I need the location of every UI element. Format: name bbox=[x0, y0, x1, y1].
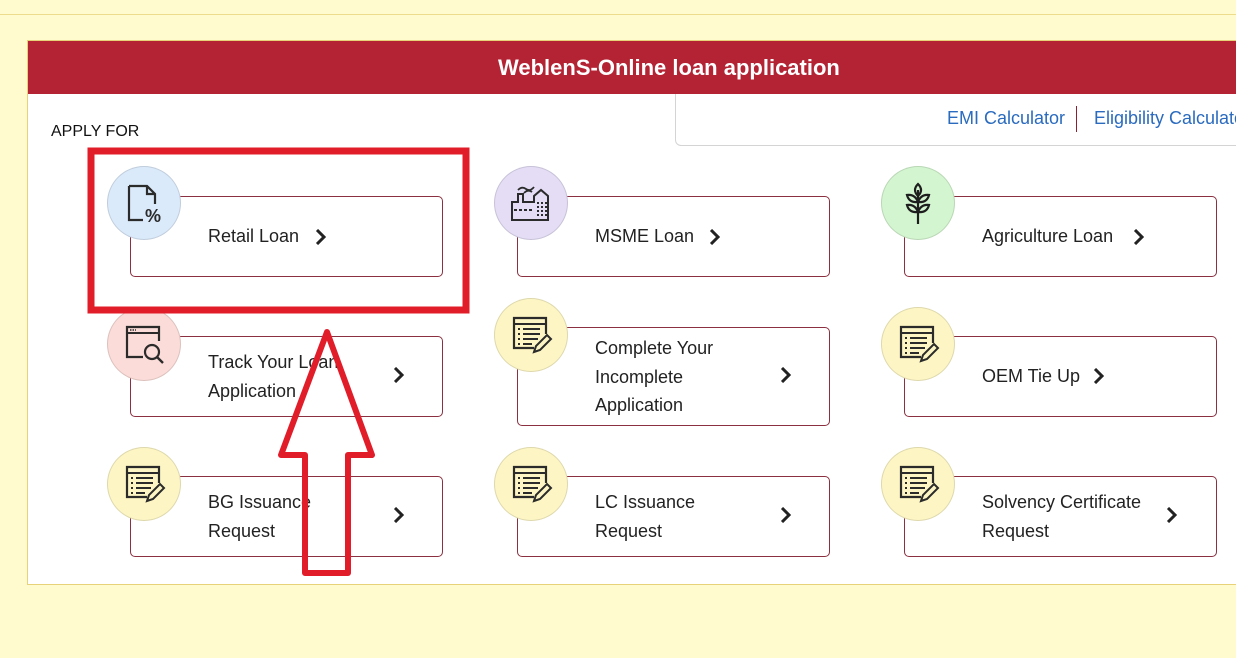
chevron-right-icon bbox=[780, 507, 792, 523]
apply-for-heading: APPLY FOR bbox=[51, 123, 140, 140]
retail-loan-icon-badge: % bbox=[107, 166, 181, 240]
oem-tie-up-icon-badge bbox=[881, 307, 955, 381]
bg-issuance-icon-badge bbox=[107, 447, 181, 521]
loan-application-panel: WeblenS-Online loan application EMI Calc… bbox=[27, 40, 1236, 585]
form-edit-icon bbox=[899, 325, 940, 363]
card-label: MSME Loan bbox=[595, 226, 695, 246]
card-label: Retail Loan bbox=[208, 226, 300, 246]
track-loan-icon-badge bbox=[107, 307, 181, 381]
link-separator bbox=[1076, 106, 1077, 132]
card-label: Track Your Loan Application bbox=[208, 348, 338, 405]
form-edit-icon bbox=[899, 465, 940, 503]
eligibility-calculator-link[interactable]: Eligibility Calculator bbox=[1094, 108, 1236, 129]
card-label-line: Track Your Loan bbox=[208, 352, 339, 372]
form-edit-icon bbox=[512, 465, 553, 503]
panel-header: WeblenS-Online loan application bbox=[28, 41, 1236, 94]
chevron-right-icon bbox=[393, 507, 405, 523]
svg-text:%: % bbox=[145, 206, 161, 226]
card-label-line: Solvency Certificate bbox=[982, 492, 1142, 512]
chevron-right-icon bbox=[1133, 229, 1145, 245]
browser-search-icon bbox=[125, 325, 164, 364]
calculator-links-bar: EMI Calculator Eligibility Calculator bbox=[675, 94, 1236, 146]
chevron-right-icon bbox=[315, 229, 327, 245]
agriculture-loan-icon-badge bbox=[881, 166, 955, 240]
lc-issuance-icon-badge bbox=[494, 447, 568, 521]
card-label-line: Application bbox=[208, 380, 297, 401]
card-label-line: Request bbox=[208, 520, 276, 541]
card-label-line: Incomplete bbox=[595, 366, 684, 387]
chevron-right-icon bbox=[780, 367, 792, 383]
form-edit-icon bbox=[512, 316, 553, 354]
card-label: Complete Your Incomplete Application bbox=[595, 334, 713, 420]
chevron-right-icon bbox=[1093, 368, 1105, 384]
card-label-line: Request bbox=[595, 520, 663, 541]
card-label-line: Complete Your bbox=[595, 338, 714, 358]
card-label: Agriculture Loan bbox=[982, 226, 1114, 246]
panel-title: WeblenS-Online loan application bbox=[498, 55, 840, 80]
chevron-right-icon bbox=[1166, 507, 1178, 523]
chevron-right-icon bbox=[709, 229, 721, 245]
complete-application-icon-badge bbox=[494, 298, 568, 372]
chevron-right-icon bbox=[393, 367, 405, 383]
wheat-icon bbox=[905, 182, 931, 224]
card-label-line: LC Issuance bbox=[595, 492, 696, 512]
card-label-line: Application bbox=[595, 395, 684, 415]
card-label: LC Issuance Request bbox=[595, 488, 695, 545]
card-label-line: Request bbox=[982, 520, 1050, 541]
solvency-certificate-icon-badge bbox=[881, 447, 955, 521]
msme-loan-icon-badge bbox=[494, 166, 568, 240]
form-edit-icon bbox=[125, 465, 166, 503]
card-label: Solvency Certificate Request bbox=[982, 488, 1141, 545]
document-percent-icon: % bbox=[127, 184, 161, 226]
card-label: BG Issuance Request bbox=[208, 488, 311, 545]
factory-icon bbox=[511, 186, 549, 221]
card-label: OEM Tie Up bbox=[982, 366, 1081, 386]
card-label-line: BG Issuance bbox=[208, 492, 312, 512]
emi-calculator-link[interactable]: EMI Calculator bbox=[947, 108, 1065, 129]
page-divider bbox=[0, 14, 1236, 15]
